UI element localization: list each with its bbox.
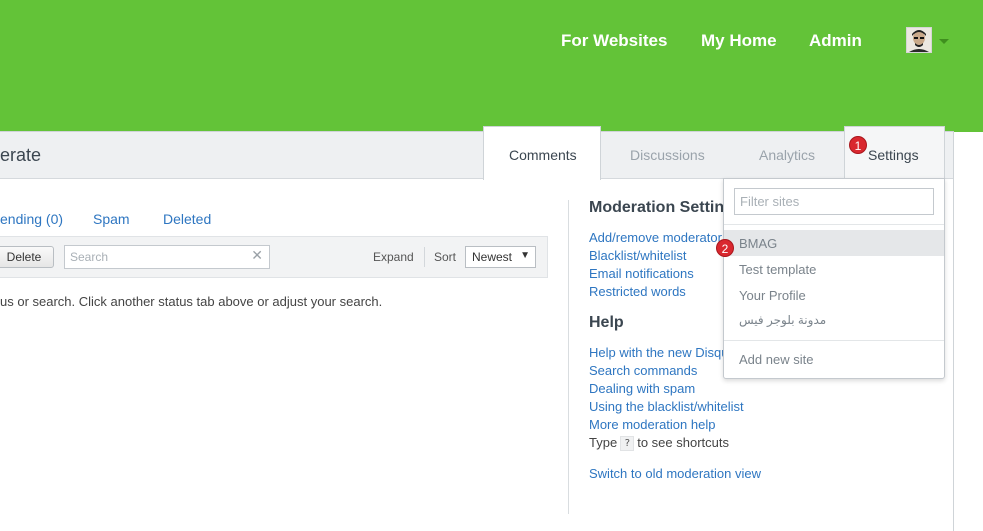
filter-placeholder: Filter sites bbox=[740, 194, 800, 209]
nav-my-home[interactable]: My Home bbox=[701, 31, 777, 51]
link-help-new-disqus[interactable]: Help with the new Disqu bbox=[589, 345, 728, 360]
user-avatar[interactable] bbox=[906, 27, 932, 53]
search-placeholder: Search bbox=[70, 250, 109, 264]
help-title: Help bbox=[589, 314, 624, 331]
link-dealing-with-spam[interactable]: Dealing with spam bbox=[589, 381, 695, 396]
link-search-commands[interactable]: Search commands bbox=[589, 363, 697, 378]
tab-comments[interactable]: Comments bbox=[509, 147, 577, 163]
select-arrow-icon: ▼ bbox=[520, 250, 530, 261]
link-blacklist-whitelist[interactable]: Blacklist/whitelist bbox=[589, 248, 687, 263]
status-tab-deleted[interactable]: Deleted bbox=[163, 211, 211, 227]
site-item-test-template[interactable]: Test template bbox=[739, 262, 816, 277]
shortcut-suffix: to see shortcuts bbox=[637, 435, 729, 450]
link-more-moderation-help[interactable]: More moderation help bbox=[589, 417, 715, 432]
dropdown-divider bbox=[724, 340, 944, 341]
shortcut-key: ? bbox=[620, 436, 635, 451]
annotation-badge-2: 2 bbox=[716, 239, 734, 257]
page-title: erate bbox=[0, 145, 42, 165]
link-add-remove-moderator[interactable]: Add/remove moderator bbox=[589, 230, 722, 245]
top-header bbox=[0, 0, 983, 132]
avatar-icon bbox=[907, 28, 931, 52]
tab-discussions[interactable]: Discussions bbox=[630, 147, 705, 163]
site-item-arabic-blog[interactable]: مدونة بلوجر فيس bbox=[739, 313, 826, 327]
filter-sites-input[interactable]: Filter sites bbox=[734, 188, 934, 215]
site-item-your-profile[interactable]: Your Profile bbox=[739, 288, 806, 303]
sort-value: Newest bbox=[472, 250, 513, 264]
nav-admin[interactable]: Admin bbox=[809, 31, 862, 51]
link-email-notifications[interactable]: Email notifications bbox=[589, 266, 694, 281]
shortcut-hint: Type? to see shortcuts bbox=[589, 435, 729, 451]
delete-button[interactable]: Delete bbox=[0, 246, 54, 268]
shortcut-prefix: Type bbox=[589, 435, 618, 450]
toolbar-divider bbox=[424, 247, 425, 267]
tab-settings[interactable]: Settings bbox=[868, 147, 919, 163]
status-tab-pending[interactable]: ending (0) bbox=[0, 211, 63, 227]
dropdown-divider bbox=[724, 224, 944, 225]
moderation-settings-title: Moderation Settin bbox=[589, 199, 725, 216]
annotation-badge-1: 1 bbox=[849, 136, 867, 154]
empty-message: us or search. Click another status tab a… bbox=[0, 294, 383, 309]
tab-analytics[interactable]: Analytics bbox=[759, 147, 815, 163]
status-tab-spam[interactable]: Spam bbox=[93, 211, 130, 227]
expand-button[interactable]: Expand bbox=[373, 250, 414, 264]
close-icon[interactable]: ✕ bbox=[251, 247, 263, 264]
site-item-bmag[interactable]: BMAG bbox=[739, 236, 777, 251]
sort-select[interactable]: Newest ▼ bbox=[465, 246, 536, 268]
link-switch-old-view[interactable]: Switch to old moderation view bbox=[589, 466, 761, 481]
search-input[interactable]: Search ✕ bbox=[64, 245, 270, 269]
nav-for-websites[interactable]: For Websites bbox=[561, 31, 667, 51]
link-restricted-words[interactable]: Restricted words bbox=[589, 284, 686, 299]
chevron-down-icon[interactable] bbox=[939, 39, 949, 44]
sort-label: Sort bbox=[434, 250, 457, 264]
column-divider bbox=[568, 200, 569, 514]
add-new-site-link[interactable]: Add new site bbox=[739, 352, 813, 367]
link-using-blacklist-whitelist[interactable]: Using the blacklist/whitelist bbox=[589, 399, 744, 414]
